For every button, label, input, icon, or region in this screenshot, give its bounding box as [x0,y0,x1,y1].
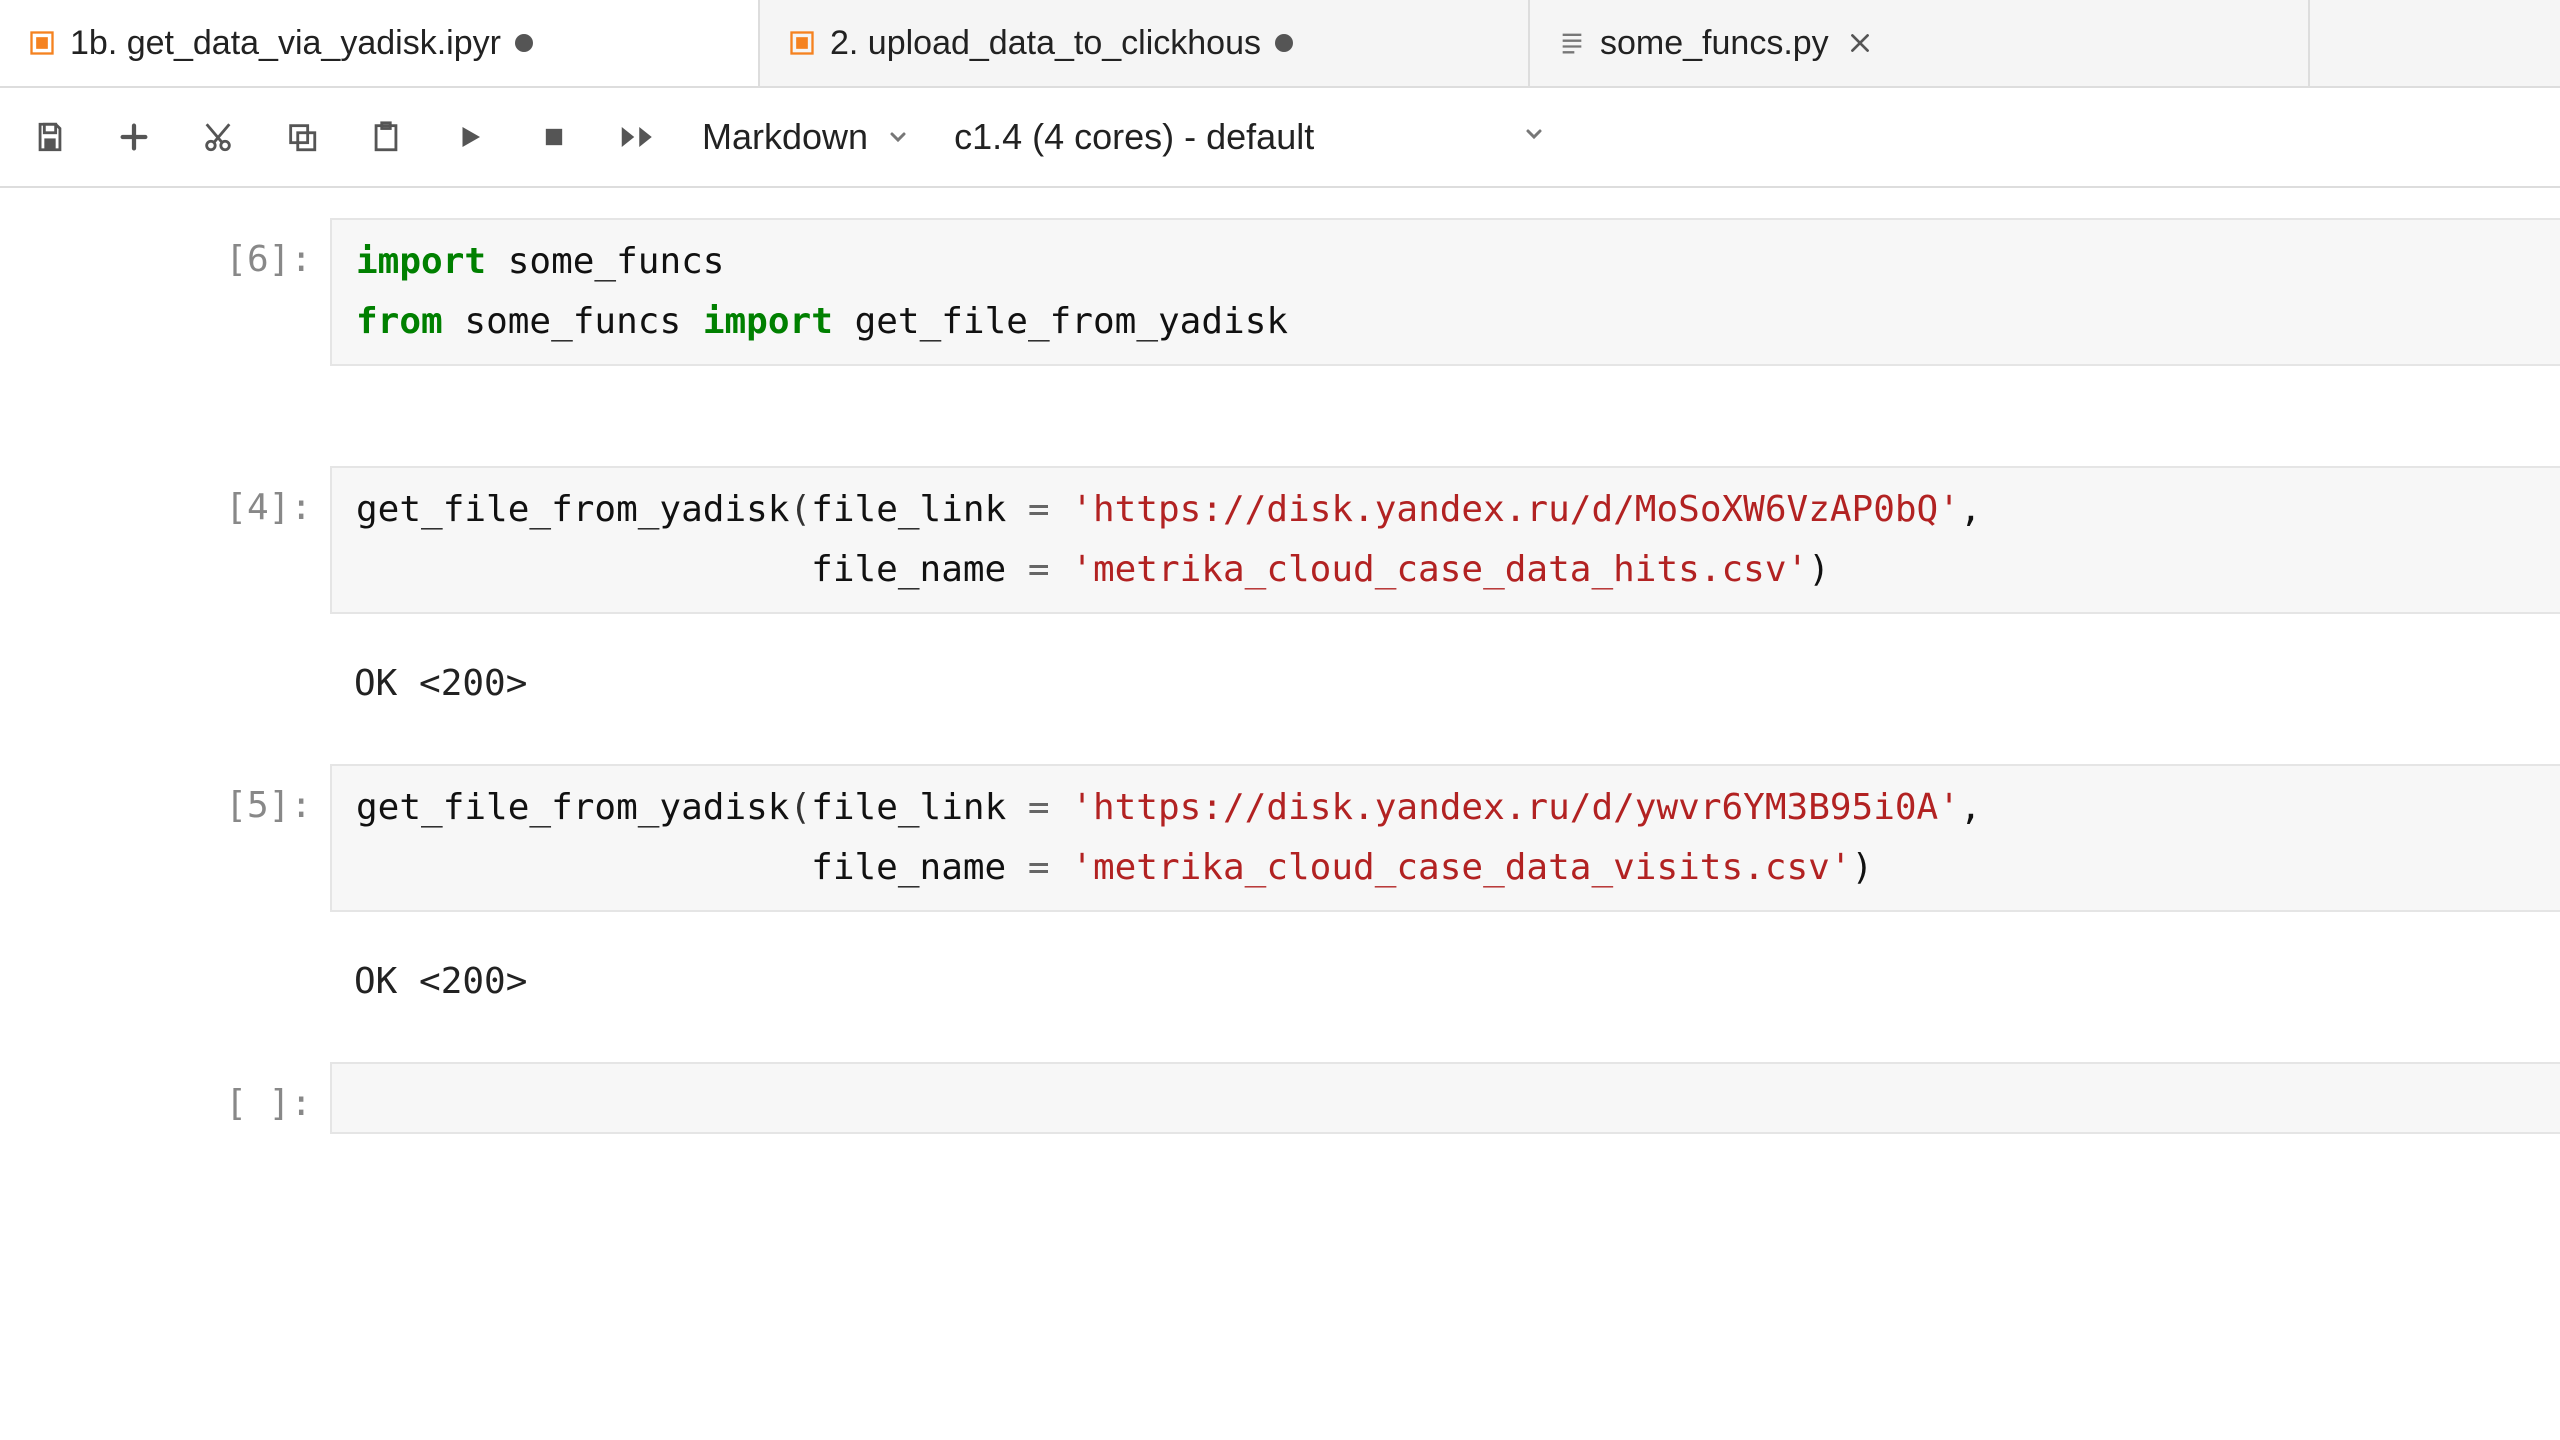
code-input[interactable] [330,1062,2560,1134]
output-prompt [0,942,330,1012]
chevron-down-icon [886,116,910,158]
code-input[interactable]: get_file_from_yadisk(file_link = 'https:… [330,764,2560,912]
code-input[interactable]: get_file_from_yadisk(file_link = 'https:… [330,466,2560,614]
run-all-button[interactable] [618,117,658,157]
close-icon[interactable] [1843,26,1877,60]
tab-notebook-2[interactable]: 2. upload_data_to_clickhous [760,0,1530,86]
cut-button[interactable] [198,117,238,157]
output-prompt [0,644,330,714]
text-file-icon [1558,29,1586,57]
tab-notebook-1[interactable]: 1b. get_data_via_yadisk.ipyr [0,0,760,86]
add-cell-button[interactable] [114,117,154,157]
cell-output-row: OK <200> [0,942,2560,1012]
cell-output: OK <200> [330,942,2560,1012]
copy-button[interactable] [282,117,322,157]
tab-label: 1b. get_data_via_yadisk.ipyr [70,24,501,63]
tab-bar-filler [2310,0,2560,86]
tab-label: 2. upload_data_to_clickhous [830,24,1261,63]
notebook-toolbar: Markdown c1.4 (4 cores) - default [0,88,2560,188]
notebook-icon [28,29,56,57]
cell-type-label: Markdown [702,116,868,158]
cell-output: OK <200> [330,644,2560,714]
tab-bar: 1b. get_data_via_yadisk.ipyr 2. upload_d… [0,0,2560,88]
tab-python-file[interactable]: some_funcs.py [1530,0,2310,86]
cell-output-row: OK <200> [0,644,2560,714]
stop-button[interactable] [534,117,574,157]
notebook-icon [788,29,816,57]
code-cell[interactable]: [6]: import some_funcs from some_funcs i… [0,218,2560,366]
code-input[interactable]: import some_funcs from some_funcs import… [330,218,2560,366]
run-button[interactable] [450,117,490,157]
code-cell[interactable]: [ ]: [0,1062,2560,1134]
kernel-label: c1.4 (4 cores) - default [954,116,1314,158]
prompt-label: [6]: [0,218,330,366]
paste-button[interactable] [366,117,406,157]
code-cell[interactable]: [4]: get_file_from_yadisk(file_link = 'h… [0,466,2560,614]
chevron-down-icon[interactable] [1522,121,1546,153]
tab-label: some_funcs.py [1600,24,1829,63]
prompt-label: [5]: [0,764,330,912]
cell-type-select[interactable]: Markdown [702,116,910,158]
unsaved-dot-icon [515,34,533,52]
code-cell[interactable]: [5]: get_file_from_yadisk(file_link = 'h… [0,764,2560,912]
notebook-area: [6]: import some_funcs from some_funcs i… [0,188,2560,1134]
unsaved-dot-icon [1275,34,1293,52]
prompt-label: [ ]: [0,1062,330,1134]
save-button[interactable] [30,117,70,157]
kernel-select[interactable]: c1.4 (4 cores) - default [954,116,1314,158]
prompt-label: [4]: [0,466,330,614]
